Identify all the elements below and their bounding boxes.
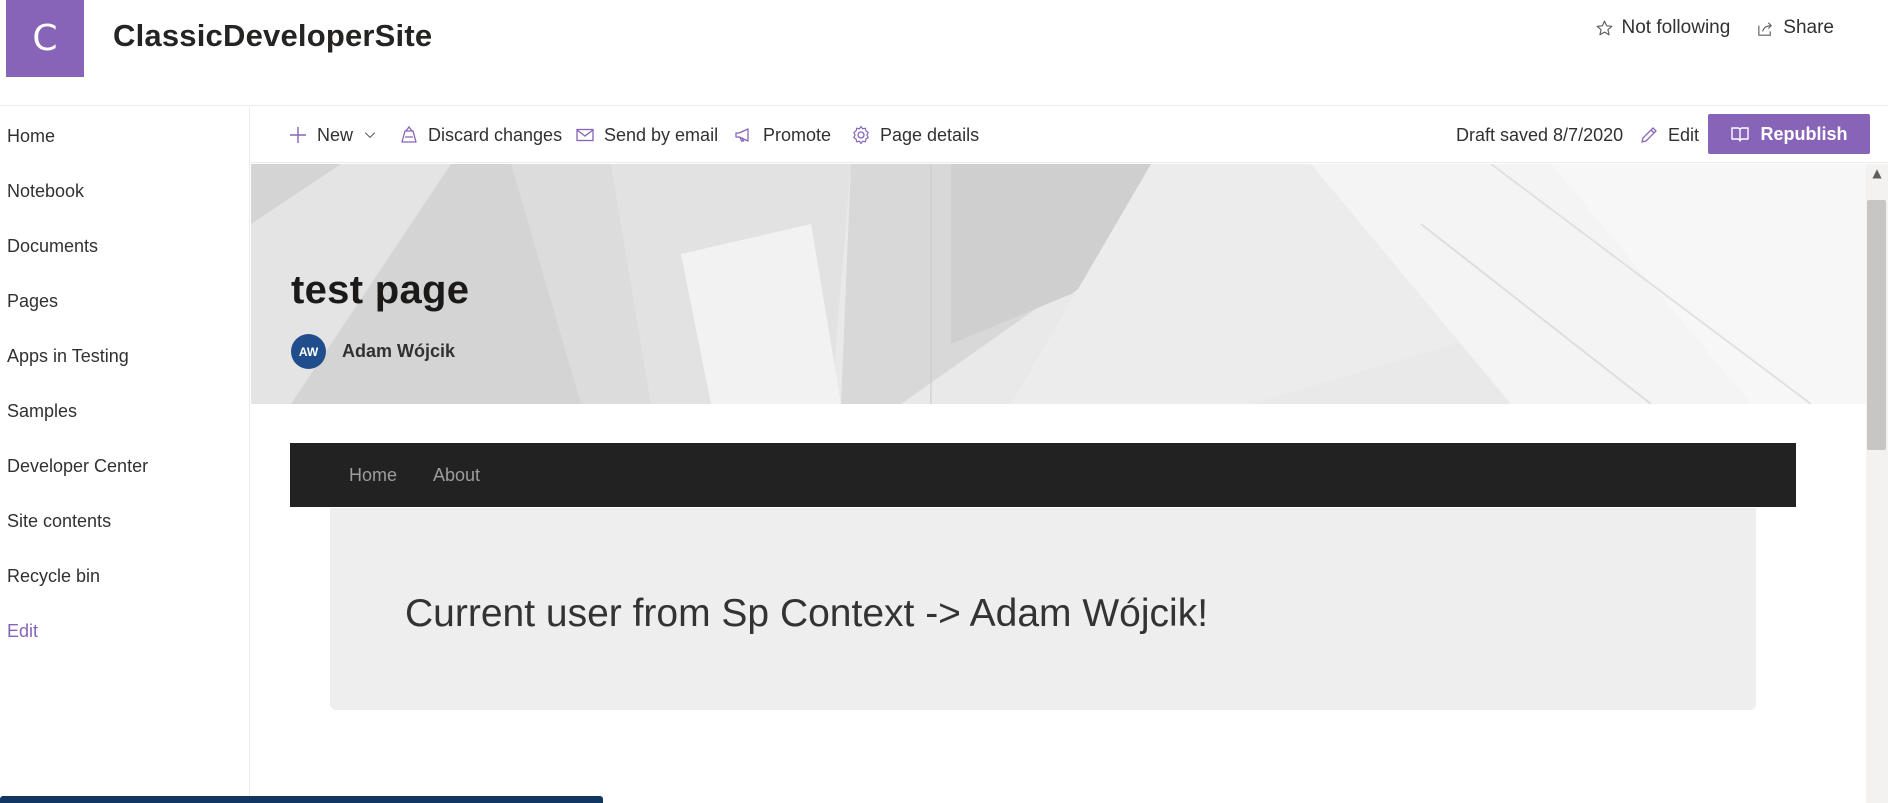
- page-details-button[interactable]: Page details: [851, 107, 979, 163]
- page-title: test page: [291, 268, 470, 312]
- author-name[interactable]: Adam Wójcik: [342, 341, 455, 362]
- command-bar: New Discard changes Send by email Promot…: [251, 107, 1888, 163]
- gear-icon: [853, 125, 869, 145]
- email-label: Send by email: [604, 124, 719, 145]
- republish-label: Republish: [1760, 123, 1848, 144]
- discard-label: Discard changes: [428, 124, 563, 145]
- page-banner: test page AW Adam Wójcik: [251, 164, 1866, 404]
- edit-label: Edit: [1668, 124, 1700, 145]
- chevron-down-icon: [364, 132, 376, 139]
- webpart-nav-about[interactable]: About: [433, 443, 480, 507]
- webpart-navbar: Home About: [290, 443, 1796, 507]
- discard-changes-button[interactable]: Discard changes: [399, 107, 562, 163]
- nav-item-developer-center[interactable]: Developer Center: [7, 456, 148, 477]
- new-button[interactable]: New: [288, 107, 378, 163]
- nav-edit-link[interactable]: Edit: [7, 621, 38, 642]
- left-nav: Home Notebook Documents Pages Apps in Te…: [0, 107, 250, 803]
- share-icon: [1758, 21, 1773, 36]
- pencil-icon: [1641, 127, 1657, 143]
- banner-background-image: [251, 164, 1866, 404]
- promote-button[interactable]: Promote: [734, 107, 831, 163]
- nav-item-recycle-bin[interactable]: Recycle bin: [7, 566, 100, 587]
- plus-icon: [290, 127, 306, 143]
- nav-item-pages[interactable]: Pages: [7, 291, 58, 312]
- site-logo[interactable]: C: [6, 0, 84, 77]
- book-icon: [1731, 127, 1750, 142]
- send-by-email-button[interactable]: Send by email: [575, 107, 718, 163]
- avatar[interactable]: AW: [291, 334, 326, 369]
- discard-icon: [401, 125, 417, 143]
- share-label: Share: [1783, 17, 1834, 38]
- header-actions: Not following Share: [1595, 17, 1834, 39]
- webpart-content-panel: Current user from Sp Context -> Adam Wój…: [330, 508, 1756, 710]
- nav-item-site-contents[interactable]: Site contents: [7, 511, 111, 532]
- current-user-message: Current user from Sp Context -> Adam Wój…: [405, 592, 1209, 635]
- share-button[interactable]: Share: [1756, 17, 1834, 39]
- mail-icon: [576, 128, 594, 142]
- nav-item-home[interactable]: Home: [7, 126, 55, 147]
- edit-button[interactable]: Edit: [1639, 107, 1699, 163]
- draft-status: Draft saved 8/7/2020: [1456, 124, 1624, 145]
- megaphone-icon: [735, 128, 749, 142]
- follow-button[interactable]: Not following: [1595, 17, 1731, 39]
- republish-button[interactable]: Republish: [1708, 114, 1870, 154]
- bottom-status-bar: [0, 796, 603, 803]
- scrollbar-thumb[interactable]: [1867, 200, 1886, 450]
- page-details-label: Page details: [880, 124, 980, 145]
- nav-item-notebook[interactable]: Notebook: [7, 181, 84, 202]
- star-icon: [1596, 20, 1612, 35]
- nav-item-samples[interactable]: Samples: [7, 401, 77, 422]
- new-label: New: [317, 124, 354, 145]
- nav-item-documents[interactable]: Documents: [7, 236, 98, 257]
- author-byline: AW Adam Wójcik: [291, 334, 455, 369]
- follow-label: Not following: [1621, 17, 1731, 38]
- promote-label: Promote: [763, 124, 832, 145]
- scroll-up-arrow-icon[interactable]: ▲: [1868, 166, 1886, 180]
- site-title[interactable]: ClassicDeveloperSite: [113, 18, 432, 54]
- nav-item-apps-in-testing[interactable]: Apps in Testing: [7, 346, 129, 367]
- site-header: C ClassicDeveloperSite Not following Sha…: [0, 0, 1888, 106]
- webpart-nav-home[interactable]: Home: [349, 443, 397, 507]
